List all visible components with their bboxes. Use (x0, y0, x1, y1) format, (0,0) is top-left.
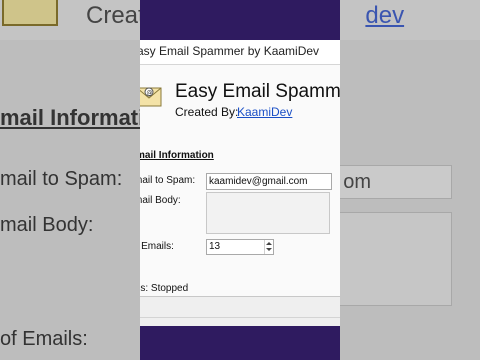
svg-text:@: @ (147, 90, 153, 97)
spin-down-icon[interactable] (266, 248, 272, 251)
backdrop-top (140, 0, 340, 40)
title-bar[interactable]: asy Email Spammer by KaamiDev (140, 40, 340, 65)
status-text: tus: Stopped (140, 283, 189, 294)
stepper-arrows[interactable] (264, 240, 273, 254)
background-label-body: mail Body: (0, 214, 94, 236)
background-email-value: om (343, 171, 371, 193)
section-title: mail Information (140, 150, 214, 161)
author-link[interactable]: KaamiDev (237, 105, 292, 119)
spin-up-icon[interactable] (266, 242, 272, 245)
background-link: dev (365, 2, 405, 29)
email-label: mail to Spam: (140, 175, 196, 186)
body-label: mail Body: (140, 195, 181, 206)
email-field[interactable]: kaamidev@gmail.com (206, 173, 332, 190)
app-title: Easy Email Spammer (175, 81, 340, 102)
status-bar (140, 296, 340, 326)
num-emails-stepper[interactable]: 13 (206, 239, 274, 255)
background-section: mail Informatio (0, 105, 158, 130)
app-window: asy Email Spammer by KaamiDev @ Easy Ema… (140, 40, 340, 326)
window-title: asy Email Spammer by KaamiDev (140, 44, 320, 58)
background-envelope-icon (2, 0, 58, 26)
num-emails-value: 13 (209, 241, 221, 252)
envelope-icon: @ (140, 87, 162, 107)
created-by-label: Created By: (175, 105, 239, 119)
background-label-num: of Emails: (0, 328, 88, 350)
num-emails-label: of Emails: (140, 241, 174, 252)
backdrop-bottom (140, 326, 340, 360)
window-client: @ Easy Email Spammer Created By: KaamiDe… (140, 65, 340, 326)
email-body-field[interactable] (206, 192, 330, 234)
status-divider (140, 317, 340, 318)
background-label-email: mail to Spam: (0, 168, 123, 190)
